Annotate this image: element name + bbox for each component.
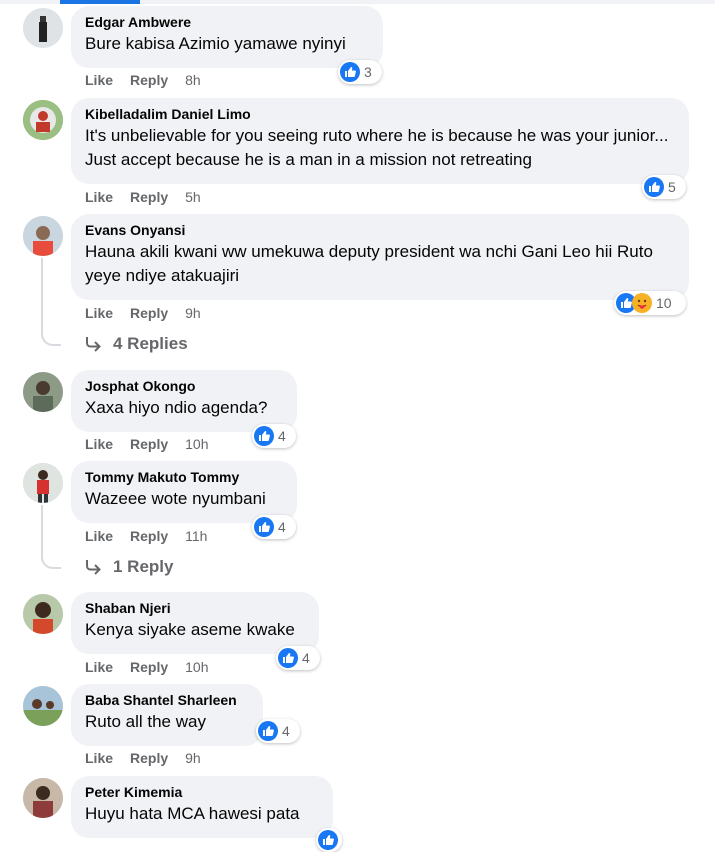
view-replies-link[interactable]: 1 Reply bbox=[85, 557, 173, 577]
comment-bubble: Kibelladalim Daniel Limo It's unbelievab… bbox=[71, 98, 689, 184]
comment-text: It's unbelievable for you seeing ruto wh… bbox=[85, 126, 674, 169]
like-icon bbox=[254, 426, 274, 446]
like-icon bbox=[278, 648, 298, 668]
reaction-summary[interactable] bbox=[316, 828, 342, 852]
comment-text: Xaxa hiyo ndio agenda? bbox=[85, 398, 268, 417]
comment-text: Ruto all the way bbox=[85, 712, 206, 731]
reaction-summary[interactable]: 10 bbox=[614, 291, 686, 315]
timestamp[interactable]: 8h bbox=[185, 72, 201, 88]
comment-bubble: Shaban Njeri Kenya siyake aseme kwake bbox=[71, 592, 319, 654]
reply-arrow-icon bbox=[86, 560, 101, 575]
like-icon bbox=[254, 517, 274, 537]
comment-author[interactable]: Peter Kimemia bbox=[85, 784, 319, 801]
reaction-count: 10 bbox=[656, 295, 672, 311]
avatar[interactable] bbox=[23, 686, 63, 726]
reaction-count: 3 bbox=[364, 64, 372, 80]
comment-author[interactable]: Kibelladalim Daniel Limo bbox=[85, 106, 675, 123]
reaction-summary[interactable]: 4 bbox=[252, 424, 296, 448]
reaction-count: 4 bbox=[278, 519, 286, 535]
like-icon bbox=[318, 830, 338, 850]
reply-button[interactable]: Reply bbox=[130, 528, 168, 544]
reaction-summary[interactable]: 4 bbox=[276, 646, 320, 670]
comment-actions: Like Reply 9h bbox=[85, 750, 201, 766]
reply-button[interactable]: Reply bbox=[130, 305, 168, 321]
care-icon bbox=[632, 293, 652, 313]
reaction-count: 4 bbox=[282, 723, 290, 739]
comment-text: Kenya siyake aseme kwake bbox=[85, 620, 295, 639]
avatar[interactable] bbox=[23, 100, 63, 140]
reaction-summary[interactable]: 5 bbox=[642, 175, 686, 199]
reaction-summary[interactable]: 4 bbox=[256, 719, 300, 743]
reaction-count: 5 bbox=[668, 179, 676, 195]
comment-actions: Like Reply 10h bbox=[85, 436, 209, 452]
comment-actions: Like Reply 10h bbox=[85, 659, 209, 675]
reply-button[interactable]: Reply bbox=[130, 436, 168, 452]
thread-connector bbox=[41, 549, 61, 569]
like-button[interactable]: Like bbox=[85, 659, 113, 675]
avatar[interactable] bbox=[23, 463, 63, 503]
comment-actions: Like Reply 11h bbox=[85, 528, 207, 544]
like-button[interactable]: Like bbox=[85, 436, 113, 452]
like-button[interactable]: Like bbox=[85, 528, 113, 544]
avatar[interactable] bbox=[23, 216, 63, 256]
comment-author[interactable]: Edgar Ambwere bbox=[85, 14, 369, 31]
thread-line bbox=[41, 258, 43, 332]
reaction-summary[interactable]: 3 bbox=[338, 60, 382, 84]
comment-text: Bure kabisa Azimio yamawe nyinyi bbox=[85, 34, 346, 53]
comment-text: Wazeee wote nyumbani bbox=[85, 489, 266, 508]
like-button[interactable]: Like bbox=[85, 72, 113, 88]
reply-button[interactable]: Reply bbox=[130, 659, 168, 675]
like-button[interactable]: Like bbox=[85, 189, 113, 205]
like-button[interactable]: Like bbox=[85, 305, 113, 321]
reaction-count: 4 bbox=[302, 650, 310, 666]
like-icon bbox=[644, 177, 664, 197]
comment-bubble: Evans Onyansi Hauna akili kwani ww umeku… bbox=[71, 214, 689, 300]
reply-arrow-icon bbox=[86, 337, 101, 352]
view-replies-link[interactable]: 4 Replies bbox=[85, 334, 188, 354]
timestamp[interactable]: 9h bbox=[185, 750, 201, 766]
thread-connector bbox=[41, 326, 61, 346]
comment-author[interactable]: Josphat Okongo bbox=[85, 378, 283, 395]
comment-text: Huyu hata MCA hawesi pata bbox=[85, 804, 300, 823]
thread-line bbox=[41, 505, 43, 555]
like-button[interactable]: Like bbox=[85, 750, 113, 766]
top-divider bbox=[0, 0, 715, 4]
reaction-count: 4 bbox=[278, 428, 286, 444]
comment-text: Hauna akili kwani ww umekuwa deputy pres… bbox=[85, 242, 658, 285]
comment-bubble: Peter Kimemia Huyu hata MCA hawesi pata bbox=[71, 776, 333, 838]
avatar[interactable] bbox=[23, 778, 63, 818]
replies-count: 4 Replies bbox=[113, 334, 188, 353]
comment-bubble: Tommy Makuto Tommy Wazeee wote nyumbani bbox=[71, 461, 297, 523]
comment-author[interactable]: Baba Shantel Sharleen bbox=[85, 692, 249, 709]
tab-indicator bbox=[60, 0, 140, 4]
like-icon bbox=[258, 721, 278, 741]
avatar[interactable] bbox=[23, 372, 63, 412]
timestamp[interactable]: 5h bbox=[185, 189, 201, 205]
timestamp[interactable]: 10h bbox=[185, 436, 208, 452]
timestamp[interactable]: 9h bbox=[185, 305, 201, 321]
like-icon bbox=[340, 62, 360, 82]
reply-button[interactable]: Reply bbox=[130, 189, 168, 205]
comment-author[interactable]: Shaban Njeri bbox=[85, 600, 305, 617]
avatar[interactable] bbox=[23, 8, 63, 48]
avatar[interactable] bbox=[23, 594, 63, 634]
reaction-summary[interactable]: 4 bbox=[252, 515, 296, 539]
reply-button[interactable]: Reply bbox=[130, 72, 168, 88]
replies-count: 1 Reply bbox=[113, 557, 174, 576]
timestamp[interactable]: 11h bbox=[185, 528, 207, 544]
reply-button[interactable]: Reply bbox=[130, 750, 168, 766]
comment-bubble: Baba Shantel Sharleen Ruto all the way bbox=[71, 684, 263, 746]
comment-bubble: Edgar Ambwere Bure kabisa Azimio yamawe … bbox=[71, 6, 383, 68]
comment-author[interactable]: Evans Onyansi bbox=[85, 222, 675, 239]
comment-actions: Like Reply 8h bbox=[85, 72, 201, 88]
comment-author[interactable]: Tommy Makuto Tommy bbox=[85, 469, 283, 486]
comment-actions: Like Reply 9h bbox=[85, 305, 201, 321]
timestamp[interactable]: 10h bbox=[185, 659, 208, 675]
comment-bubble: Josphat Okongo Xaxa hiyo ndio agenda? bbox=[71, 370, 297, 432]
comment-actions: Like Reply 5h bbox=[85, 189, 201, 205]
